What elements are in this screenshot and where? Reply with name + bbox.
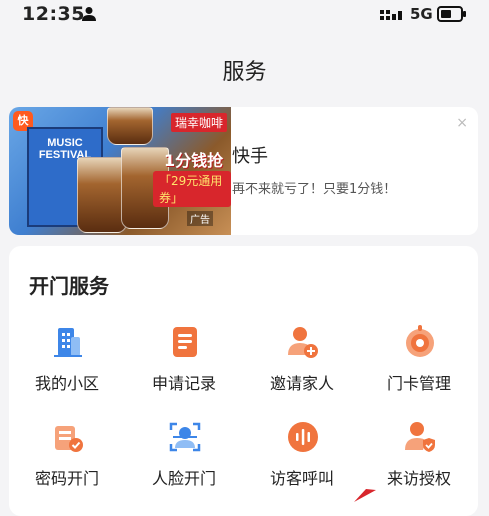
ad-card[interactable]: 快 MUSIC FESTIVAL 瑞幸咖啡 1分钱抢 「29元通用券」 广告 ×: [9, 107, 478, 235]
close-icon[interactable]: ×: [456, 115, 468, 131]
visitor-call-icon: [288, 422, 318, 452]
service-door-card[interactable]: 门卡管理: [360, 325, 478, 405]
pointer-arrow-icon: [354, 489, 376, 502]
service-label: 人脸开门: [151, 469, 216, 488]
building-icon: [54, 328, 82, 357]
service-label: 申请记录: [151, 374, 216, 393]
status-bar: 12:35 5G: [0, 0, 489, 30]
status-time: 12:35: [22, 3, 85, 25]
battery-icon: [437, 6, 466, 22]
service-label: 门卡管理: [386, 374, 451, 393]
password-door-icon: [55, 426, 83, 452]
service-label: 邀请家人: [269, 374, 334, 393]
signal-icon: [380, 10, 402, 20]
page-title: 服务: [222, 60, 267, 85]
service-face-door[interactable]: 人脸开门: [125, 420, 243, 500]
face-scan-icon: [169, 422, 201, 452]
invite-family-icon: [288, 327, 318, 358]
service-my-community[interactable]: 我的小区: [8, 325, 126, 405]
record-icon: [173, 327, 197, 357]
service-password-door[interactable]: 密码开门: [8, 420, 126, 500]
network-label: 5G: [410, 5, 433, 23]
coffee-cup-icon: [77, 157, 127, 233]
ad-coupon-text: 「29元通用券」: [153, 171, 231, 207]
ad-promo-text: 1分钱抢: [164, 151, 224, 170]
service-visitor-call[interactable]: 访客呼叫: [243, 420, 361, 500]
ad-image[interactable]: 快 MUSIC FESTIVAL 瑞幸咖啡 1分钱抢 「29元通用券」 广告: [9, 107, 231, 235]
service-label: 来访授权: [386, 469, 451, 488]
ad-description[interactable]: 再不来就亏了！只要1分钱！: [232, 178, 396, 197]
section-title: 开门服务: [29, 274, 109, 298]
ad-title[interactable]: 快手: [232, 142, 268, 168]
service-label: 我的小区: [34, 374, 99, 393]
coffee-cup-icon: [107, 107, 153, 145]
person-icon: [82, 7, 96, 21]
service-label: 访客呼叫: [269, 469, 334, 488]
door-card-icon: [406, 325, 434, 357]
visit-authorize-icon: [405, 422, 435, 452]
ad-brand-badge: 瑞幸咖啡: [171, 113, 228, 132]
service-invite-family[interactable]: 邀请家人: [243, 325, 361, 405]
service-label: 密码开门: [34, 469, 99, 488]
ad-tag: 广告: [187, 211, 213, 226]
service-apply-records[interactable]: 申请记录: [125, 325, 243, 405]
